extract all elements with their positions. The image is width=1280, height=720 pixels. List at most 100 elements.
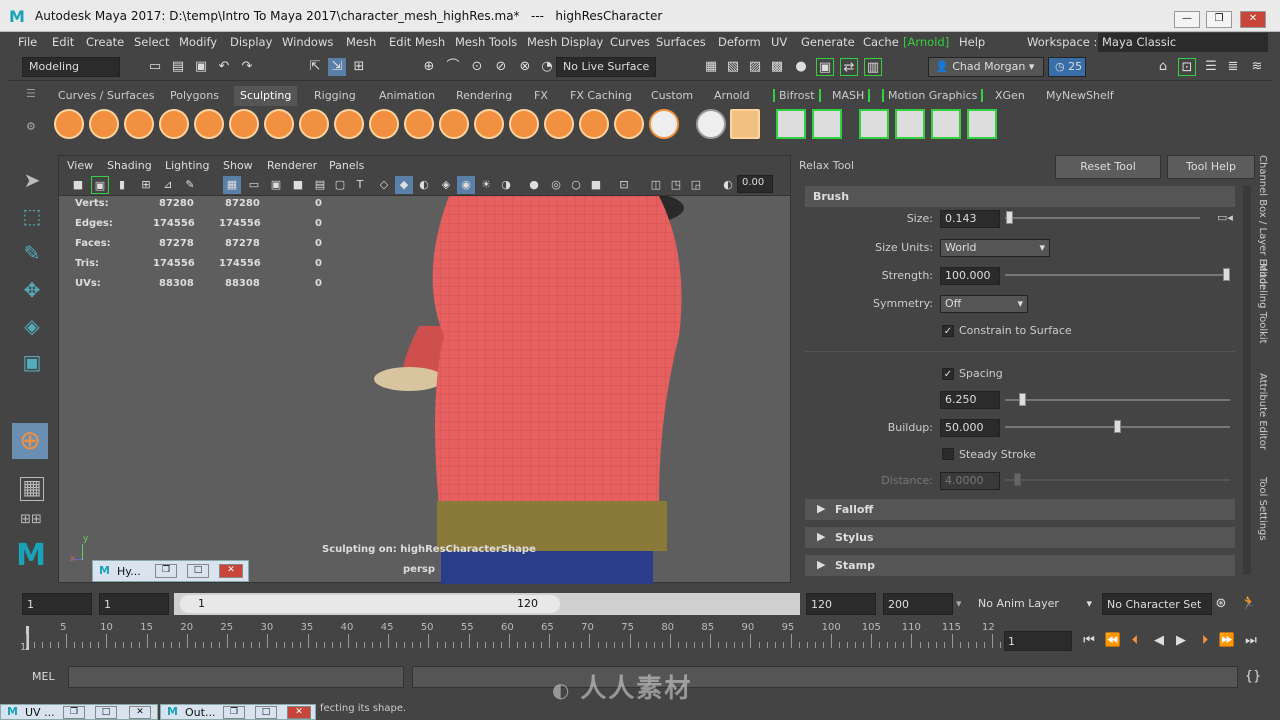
stamp-section-header[interactable]: ▶ Stamp bbox=[805, 555, 1235, 576]
range-slider-handle[interactable]: 1 120 bbox=[180, 595, 560, 613]
redo-icon[interactable]: ↷ bbox=[238, 58, 256, 76]
snap-point-icon[interactable]: ⊙ bbox=[468, 58, 486, 76]
current-frame-field[interactable]: 1 bbox=[1004, 631, 1072, 651]
default-material-icon[interactable]: ◐ bbox=[415, 176, 433, 194]
tool-settings-icon[interactable]: ☰ bbox=[1202, 58, 1220, 76]
open-scene-icon[interactable]: ▤ bbox=[169, 58, 187, 76]
brush-section-header[interactable]: Brush bbox=[805, 186, 1235, 207]
scale-tool-icon[interactable]: ▣ bbox=[20, 352, 44, 377]
sculpt-mask-icon[interactable] bbox=[931, 109, 961, 139]
sculpt-stamp-icon[interactable] bbox=[895, 109, 925, 139]
minimized-hypershade-window[interactable]: M Hy... ❐ □ ✕ bbox=[92, 560, 249, 582]
amplify-tool-icon[interactable] bbox=[614, 109, 644, 139]
strength-slider[interactable] bbox=[1005, 274, 1230, 276]
menu-uv[interactable]: UV bbox=[771, 35, 787, 49]
go-to-end-icon[interactable]: ⏭ bbox=[1242, 632, 1260, 650]
spacing-field[interactable]: 6.250 bbox=[940, 391, 1000, 409]
buildup-field[interactable]: 50.000 bbox=[940, 419, 1000, 437]
image-plane-icon[interactable]: ⊞ bbox=[137, 176, 155, 194]
menu-create[interactable]: Create bbox=[86, 35, 124, 49]
menu-edit[interactable]: Edit bbox=[52, 35, 74, 49]
depth-of-field-icon[interactable]: ■ bbox=[587, 176, 605, 194]
size-slider-handle[interactable] bbox=[1006, 211, 1013, 224]
tool-help-button[interactable]: Tool Help bbox=[1167, 155, 1255, 179]
field-chart-icon[interactable]: ▤ bbox=[311, 176, 329, 194]
restore-icon[interactable]: ❐ bbox=[155, 564, 177, 578]
render-settings-icon[interactable]: ▩ bbox=[768, 58, 786, 76]
select-object-icon[interactable]: ⇲ bbox=[328, 58, 346, 76]
shelf-tab-fx-caching[interactable]: FX Caching bbox=[570, 89, 632, 102]
maximize-icon[interactable]: □ bbox=[187, 564, 209, 578]
mel-label[interactable]: MEL bbox=[32, 670, 55, 683]
spacing-slider-handle[interactable] bbox=[1019, 393, 1026, 406]
maximize-icon[interactable]: □ bbox=[255, 706, 277, 719]
viewport-panel[interactable]: View Shading Lighting Show Renderer Pane… bbox=[58, 155, 791, 584]
shelf-menu-icon[interactable]: ☰ bbox=[26, 87, 36, 100]
credits-badge[interactable]: ◷ 25 bbox=[1048, 57, 1086, 77]
close-button[interactable]: ✕ bbox=[1240, 11, 1266, 28]
size-field[interactable]: 0.143 bbox=[940, 210, 1000, 228]
render-frame-icon[interactable]: ▧ bbox=[724, 58, 742, 76]
flatten-tool-icon[interactable] bbox=[229, 109, 259, 139]
live-surface-field[interactable]: No Live Surface bbox=[556, 57, 656, 77]
render-view-icon[interactable]: ▦ bbox=[702, 58, 720, 76]
size-units-dropdown[interactable]: World ▾ bbox=[940, 239, 1050, 257]
shelf-tab-motion-graphics[interactable]: Motion Graphics bbox=[882, 89, 984, 102]
toggle-toolbox-icon[interactable]: ▥ bbox=[864, 58, 882, 76]
live-surface-icon[interactable]: ◔ bbox=[538, 58, 556, 76]
side-tab-tool-settings[interactable]: Tool Settings bbox=[1257, 477, 1268, 541]
gate-mask-icon[interactable]: ■ bbox=[289, 176, 307, 194]
resolution-gate-icon[interactable]: ▣ bbox=[267, 176, 285, 194]
scrape-tool-icon[interactable] bbox=[439, 109, 469, 139]
shelf-tab-sculpting[interactable]: Sculpting bbox=[234, 86, 298, 106]
vp-menu-view[interactable]: View bbox=[67, 159, 93, 172]
auto-key-icon[interactable]: ⊛ bbox=[1212, 595, 1230, 613]
smooth-shade-icon[interactable]: ◆ bbox=[395, 176, 413, 194]
attribute-editor-icon[interactable]: ⊡ bbox=[1178, 58, 1196, 76]
menu-select[interactable]: Select bbox=[134, 35, 169, 49]
freeze-tool-icon[interactable] bbox=[649, 109, 679, 139]
step-forward-key-icon[interactable]: ⏵ bbox=[1196, 632, 1214, 650]
anim-layer-dropdown[interactable]: No Anim Layer ▾ bbox=[974, 593, 1096, 615]
hypershade-icon[interactable]: ● bbox=[792, 58, 810, 76]
save-scene-icon[interactable]: ▣ bbox=[192, 58, 210, 76]
snap-curve-icon[interactable]: ⌒ bbox=[444, 58, 462, 76]
step-back-icon[interactable]: ⏪ bbox=[1104, 632, 1122, 650]
menu-file[interactable]: File bbox=[18, 35, 37, 49]
antialias-icon[interactable]: ○ bbox=[567, 176, 585, 194]
close-icon[interactable]: ✕ bbox=[287, 706, 311, 719]
restore-icon[interactable]: ❐ bbox=[63, 706, 85, 719]
grease-pencil-icon[interactable]: ✎ bbox=[181, 176, 199, 194]
restore-icon[interactable]: ❐ bbox=[223, 706, 245, 719]
animation-start-field[interactable]: 1 bbox=[22, 593, 92, 615]
step-back-key-icon[interactable]: ⏴ bbox=[1126, 632, 1144, 650]
shelf-tab-mash[interactable]: MASH bbox=[828, 89, 871, 102]
shelf-tab-rendering[interactable]: Rendering bbox=[456, 89, 512, 102]
spacing-slider[interactable] bbox=[1005, 399, 1230, 401]
blend-shape-icon[interactable] bbox=[776, 109, 806, 139]
vp-menu-renderer[interactable]: Renderer bbox=[267, 159, 317, 172]
shelf-tab-polygons[interactable]: Polygons bbox=[170, 89, 219, 102]
motion-blur-icon[interactable]: ◎ bbox=[547, 176, 565, 194]
menu-mesh-display[interactable]: Mesh Display bbox=[527, 35, 603, 49]
imprint-tool-icon[interactable] bbox=[369, 109, 399, 139]
play-backwards-icon[interactable]: ◀ bbox=[1150, 632, 1168, 650]
bookmark-icon[interactable]: ▮ bbox=[113, 176, 131, 194]
textured-icon[interactable]: ◉ bbox=[457, 176, 475, 194]
paint-select-icon[interactable]: ✎ bbox=[20, 243, 44, 268]
fill-tool-icon[interactable] bbox=[474, 109, 504, 139]
smear-tool-icon[interactable] bbox=[544, 109, 574, 139]
rotate-tool-icon[interactable]: ◈ bbox=[20, 316, 44, 341]
spacing-checkbox[interactable]: ✓ bbox=[942, 368, 954, 380]
menu-mesh-tools[interactable]: Mesh Tools bbox=[455, 35, 517, 49]
2d-pan-icon[interactable]: ⊿ bbox=[159, 176, 177, 194]
lasso-tool-icon[interactable]: ⬚ bbox=[20, 206, 44, 231]
exposure-icon[interactable]: ◐ bbox=[719, 176, 737, 194]
go-to-start-icon[interactable]: ⏮ bbox=[1080, 632, 1098, 650]
close-icon[interactable]: ✕ bbox=[129, 706, 151, 719]
camera-select-icon[interactable]: ■ bbox=[69, 176, 87, 194]
vp-menu-panels[interactable]: Panels bbox=[329, 159, 364, 172]
film-gate-icon[interactable]: ▭ bbox=[245, 176, 263, 194]
exposure-field[interactable]: 0.00 bbox=[737, 175, 773, 193]
knife-tool-icon[interactable] bbox=[509, 109, 539, 139]
